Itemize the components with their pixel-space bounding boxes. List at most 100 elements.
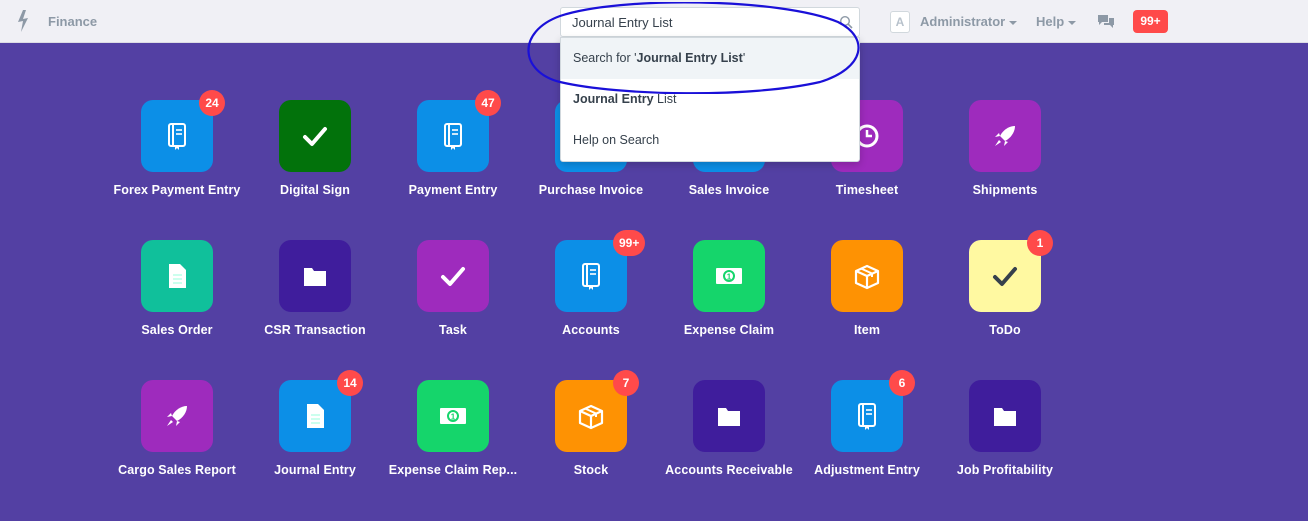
module-label: ToDo [989,323,1021,337]
module-label: Sales Order [141,323,213,337]
module-label: Job Profitability [956,463,1054,477]
module-tile[interactable] [279,240,351,312]
dropdown-item-prefix: Search for ' [573,51,637,65]
module-tile[interactable] [693,380,765,452]
check-icon [303,127,327,146]
module-csr-transaction[interactable]: CSR Transaction [240,240,390,360]
module-item[interactable]: Item [792,240,942,360]
book-icon [168,123,186,150]
module-tile[interactable] [831,240,903,312]
box-icon [854,264,880,290]
module-journal-entry[interactable]: 14 Journal Entry [240,370,390,500]
module-tile[interactable] [141,380,213,452]
notification-badge: 7 [613,370,639,396]
folder-icon [304,268,326,286]
module-label: Expense Claim Rep... [388,463,518,477]
help-menu[interactable]: Help [1036,14,1077,29]
box-icon [578,404,604,430]
module-label: Accounts [562,323,620,337]
folder-icon [718,408,740,426]
module-tile[interactable] [969,100,1041,172]
module-label: Cargo Sales Report [118,463,236,477]
module-shipments[interactable]: Shipments [930,100,1080,220]
module-label: Stock [573,463,609,477]
module-label: Sales Invoice [688,183,770,197]
lightning-logo-icon[interactable] [15,10,33,32]
breadcrumb-finance[interactable]: Finance [48,14,97,29]
check-icon [441,267,465,286]
module-task[interactable]: Task [378,240,528,360]
module-todo[interactable]: 1 ToDo [930,230,1080,360]
dropdown-item-suffix: List [653,92,677,106]
chevron-down-icon [1068,20,1077,25]
module-stock[interactable]: 7 Stock [516,370,666,500]
search-dropdown-item[interactable]: Search for 'Journal Entry List' [561,38,859,79]
module-tile[interactable]: 1 [693,240,765,312]
user-menu-label: Administrator [920,14,1006,29]
module-label: Task [439,323,467,337]
search-dropdown-item[interactable]: Journal Entry List [561,79,859,120]
module-accounts[interactable]: 99+ Accounts [516,230,666,360]
search-dropdown: Search for 'Journal Entry List' Journal … [560,37,860,162]
module-tile[interactable] [141,240,213,312]
notification-badge: 1 [1027,230,1053,256]
module-forex-payment-entry[interactable]: 24 Forex Payment Entry [102,90,252,220]
dropdown-item-match: Journal Entry [573,92,654,106]
module-label: Journal Entry [274,463,356,477]
money-icon: 1 [440,408,466,424]
rocket-icon [167,406,187,426]
awesome-bar [560,7,860,37]
module-job-profitability[interactable]: Job Profitability [930,380,1080,500]
module-payment-entry[interactable]: 47 Payment Entry [378,90,528,220]
notification-badge: 6 [889,370,915,396]
notification-badge: 24 [199,90,225,116]
notifications-badge[interactable]: 99+ [1133,10,1168,33]
module-label: Payment Entry [408,183,498,197]
svg-text:1: 1 [727,273,732,282]
module-label: Expense Claim [683,323,775,337]
chevron-down-icon [1009,20,1018,25]
dropdown-item-prefix: Help on Search [573,133,660,147]
module-expense-claim-rep[interactable]: 1 Expense Claim Rep... [378,380,528,500]
module-label: Digital Sign [280,183,350,197]
dropdown-item-suffix: ' [742,51,746,65]
module-label: Adjustment Entry [814,463,920,477]
chat-icon[interactable] [1097,14,1115,30]
dropdown-item-match: Journal Entry List [636,51,743,65]
document-icon [307,404,324,428]
module-tile[interactable] [279,100,351,172]
module-label: Timesheet [835,183,899,197]
module-adjustment-entry[interactable]: 6 Adjustment Entry [792,370,942,500]
module-tile[interactable] [417,240,489,312]
search-icon [839,15,853,29]
notification-badge: 47 [475,90,501,116]
module-tile[interactable] [969,380,1041,452]
module-digital-sign[interactable]: Digital Sign [240,100,390,220]
book-icon [858,403,876,430]
book-icon [582,263,600,290]
module-sales-order[interactable]: Sales Order [102,240,252,360]
money-icon: 1 [716,268,742,284]
module-cargo-sales-report[interactable]: Cargo Sales Report [102,380,252,500]
module-label: Shipments [972,183,1038,197]
avatar[interactable]: A [890,11,910,33]
help-menu-label: Help [1036,14,1065,29]
notification-badge: 99+ [613,230,646,256]
module-label: Accounts Receivable [665,463,793,477]
module-tile[interactable]: 1 [417,380,489,452]
book-icon [444,123,462,150]
check-icon [993,267,1017,286]
document-icon [169,264,186,288]
module-expense-claim[interactable]: 1 Expense Claim [654,240,804,360]
notification-badge: 14 [337,370,363,396]
search-input[interactable] [561,8,831,36]
module-label: Item [853,323,881,337]
user-menu[interactable]: Administrator [920,14,1018,29]
search-dropdown-item[interactable]: Help on Search [561,120,859,161]
module-accounts-receivable[interactable]: Accounts Receivable [654,380,804,500]
module-label: Purchase Invoice [538,183,644,197]
module-label: Forex Payment Entry [113,183,241,197]
rocket-icon [995,126,1015,146]
svg-text:1: 1 [451,413,456,422]
module-label: CSR Transaction [264,323,366,337]
